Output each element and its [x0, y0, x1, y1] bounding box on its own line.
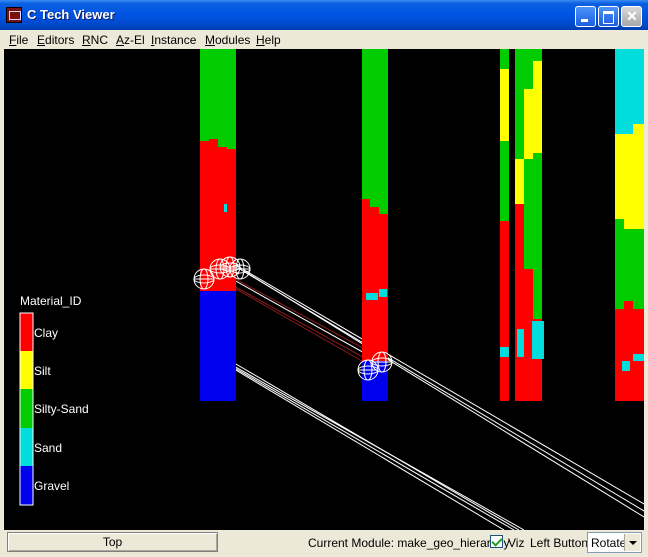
menu-bar: File Editors RNC Az-El Instance Modules …	[0, 30, 648, 49]
3d-viewport[interactable]: Material_ID Clay Silt Silty-Sand Sand Gr…	[4, 49, 644, 530]
window-title: C Tech Viewer	[27, 7, 115, 22]
close-icon: ✕	[626, 8, 638, 24]
menu-help[interactable]: Help	[256, 33, 281, 47]
minimize-button[interactable]	[575, 6, 596, 27]
title-bar[interactable]: C Tech Viewer ✕	[0, 0, 648, 30]
view-top-button[interactable]: Top	[7, 532, 218, 552]
close-button[interactable]: ✕	[621, 6, 642, 27]
app-icon	[6, 7, 22, 23]
menu-rnc[interactable]: RNC	[82, 33, 108, 47]
legend-colorbar	[19, 312, 34, 506]
legend-label-clay: Clay	[34, 326, 59, 340]
app-window: C Tech Viewer ✕ File Editors RNC Az-El I…	[0, 0, 648, 557]
maximize-button[interactable]	[598, 6, 619, 27]
chevron-down-icon[interactable]	[624, 534, 640, 551]
minimize-icon	[581, 19, 588, 22]
legend-label-gravel: Gravel	[34, 479, 70, 493]
legend-label-silt: Silt	[34, 364, 51, 378]
viz-checkbox[interactable]	[490, 535, 503, 548]
boreholes	[200, 49, 644, 401]
legend-label-silty-sand: Silty-Sand	[34, 402, 89, 416]
current-module-label: Current Module: make_geo_hierarchy	[308, 536, 510, 550]
legend-title: Material_ID	[20, 294, 82, 308]
left-button-mode-select[interactable]: Rotate	[587, 532, 642, 553]
menu-editors[interactable]: Editors	[37, 33, 74, 47]
menu-az-el[interactable]: Az-El	[116, 33, 145, 47]
viz-label: Viz	[508, 536, 525, 550]
menu-file[interactable]: File	[9, 33, 28, 47]
left-button-mode-value: Rotate	[591, 536, 627, 550]
scene-canvas	[19, 49, 644, 530]
wire-lines-dark	[221, 273, 377, 370]
left-button-label: Left Button	[530, 536, 589, 550]
legend-label-sand: Sand	[34, 441, 63, 455]
status-bar: Top Current Module: make_geo_hierarchy V…	[0, 530, 648, 557]
menu-instance[interactable]: Instance	[151, 33, 196, 47]
menu-modules[interactable]: Modules	[205, 33, 250, 47]
maximize-icon	[603, 11, 614, 24]
wire-lines	[207, 256, 644, 530]
